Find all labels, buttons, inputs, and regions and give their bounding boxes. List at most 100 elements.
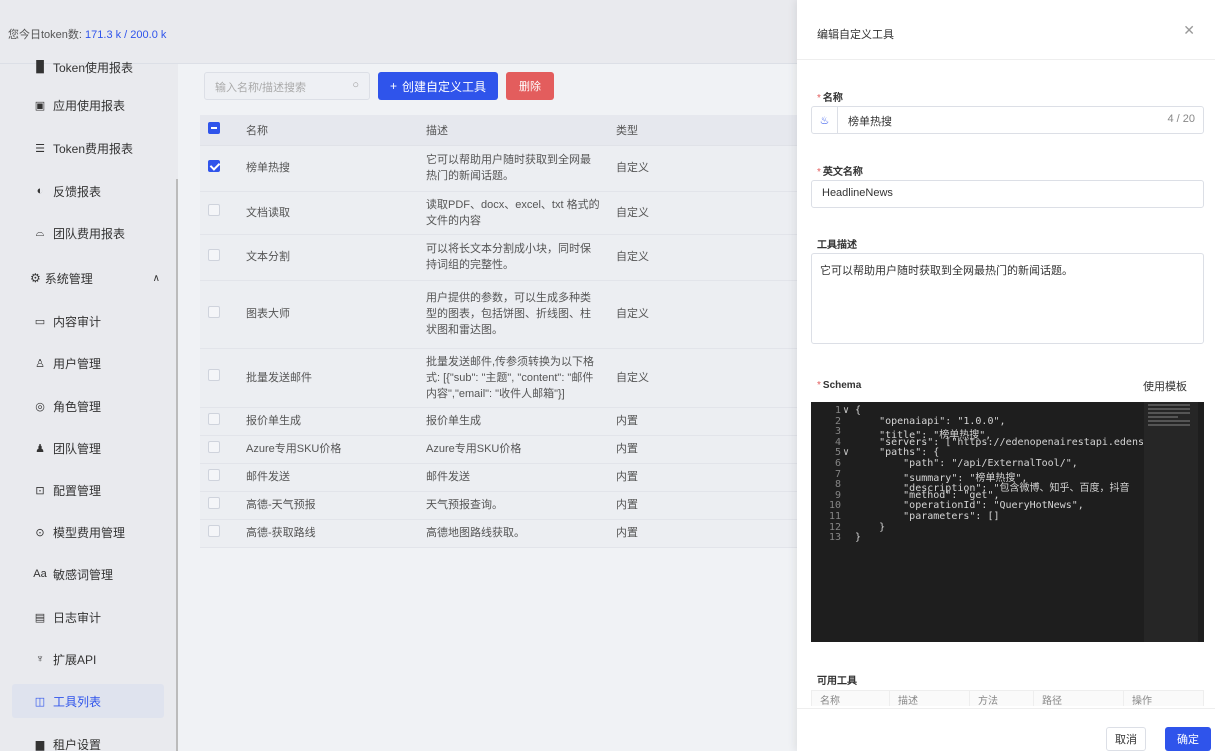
table-header: 名称 描述 类型 bbox=[200, 115, 810, 146]
api-icon: ♆ bbox=[35, 653, 45, 665]
line-number: 6 bbox=[834, 458, 841, 469]
row-checkbox[interactable] bbox=[208, 468, 220, 481]
tool-type: 内置 bbox=[608, 519, 810, 548]
sidebar-item-tool-list[interactable]: ◫ 工具列表 bbox=[12, 684, 164, 718]
description-label: 工具描述 bbox=[817, 240, 857, 251]
table-row[interactable]: 报价单生成 报价单生成 内置 bbox=[200, 407, 810, 436]
line-number: 4 bbox=[834, 436, 841, 448]
tool-name: 高德-获取路线 bbox=[238, 519, 418, 548]
table-row[interactable]: 批量发送邮件 批量发送邮件,传参须转换为以下格式: [{"sub": "主题",… bbox=[200, 348, 810, 408]
tool-type: 自定义 bbox=[608, 280, 810, 349]
row-checkbox[interactable] bbox=[208, 305, 220, 318]
tool-desc: 它可以帮助用户随时获取到全网最热门的新闻话题。 bbox=[418, 145, 608, 192]
tool-name: 批量发送邮件 bbox=[238, 348, 418, 408]
drawer-title: 编辑自定义工具 bbox=[817, 29, 894, 41]
row-checkbox[interactable] bbox=[208, 496, 220, 509]
line-number: 12 bbox=[828, 521, 841, 533]
model-cost-icon: ⊙ bbox=[35, 526, 45, 539]
name-label: * 名称 bbox=[817, 93, 843, 104]
column-header-name: 名称 bbox=[238, 115, 418, 146]
tool-name: Azure专用SKU价格 bbox=[238, 435, 418, 464]
row-checkbox[interactable] bbox=[208, 159, 220, 172]
code-line: "parameters": [] bbox=[855, 511, 1000, 522]
row-checkbox[interactable] bbox=[208, 204, 220, 216]
tool-type: 内置 bbox=[608, 463, 810, 492]
table-row[interactable]: Azure专用SKU价格 Azure专用SKU价格 内置 bbox=[200, 435, 810, 464]
table-row[interactable]: 榜单热搜 它可以帮助用户随时获取到全网最热门的新闻话题。 自定义 bbox=[200, 145, 810, 192]
plus-icon: + bbox=[389, 79, 397, 93]
team-cost-icon: ⌓ bbox=[35, 226, 45, 239]
available-tools-label: 可用工具 bbox=[817, 676, 857, 687]
row-select-cell bbox=[200, 280, 238, 349]
drawer-header: 编辑自定义工具 ✕ bbox=[797, 0, 1215, 60]
row-checkbox[interactable] bbox=[208, 524, 220, 537]
row-checkbox[interactable] bbox=[208, 412, 220, 425]
tool-name: 文档读取 bbox=[238, 191, 418, 235]
feedback-icon: ◐ bbox=[36, 185, 44, 197]
sidebar-item-config[interactable]: ⊡ 配置管理 bbox=[12, 473, 164, 507]
sidebar-item-content-audit[interactable]: ▭ 内容审计 bbox=[12, 304, 164, 338]
table-row[interactable]: 邮件发送 邮件发送 内置 bbox=[200, 463, 810, 492]
sidebar-item-token-report[interactable]: ▐▌ Token使用报表 bbox=[12, 50, 164, 84]
tool-desc: 高德地图路线获取。 bbox=[418, 519, 608, 548]
row-select-cell bbox=[200, 435, 238, 464]
tool-list-icon: ◫ bbox=[34, 695, 46, 708]
sidebar: ▐▌ Token使用报表 ▣ 应用使用报表 ☰ Token费用报表 ◐ 反馈报表 ⌓ 团队… bbox=[0, 61, 178, 751]
use-template-link[interactable]: 使用模板 bbox=[1143, 378, 1187, 394]
row-checkbox[interactable] bbox=[208, 440, 220, 453]
sidebar-item-roles[interactable]: ◎ 角色管理 bbox=[12, 389, 164, 423]
role-icon: ◎ bbox=[35, 400, 45, 413]
sidebar-group-system[interactable]: ⚙ 系统管理 ∧ bbox=[0, 260, 176, 296]
confirm-button[interactable]: 确定 bbox=[1165, 727, 1211, 751]
row-select-cell bbox=[200, 407, 238, 436]
tool-desc: 天气预报查询。 bbox=[418, 491, 608, 520]
line-number: 3 bbox=[834, 426, 841, 438]
code-line: } bbox=[855, 521, 886, 533]
token-value: 171.3 k / 200.0 k bbox=[85, 29, 167, 41]
select-all-checkbox[interactable] bbox=[208, 122, 220, 135]
sidebar-item-feedback-report[interactable]: ◐ 反馈报表 bbox=[12, 174, 164, 208]
line-number: 7 bbox=[834, 468, 841, 480]
name-field[interactable]: ♨ 榜单热搜 4 / 20 bbox=[811, 106, 1204, 134]
fire-icon: ♨ bbox=[812, 107, 838, 133]
sidebar-item-log-audit[interactable]: ▤ 日志审计 bbox=[12, 600, 164, 634]
delete-button[interactable]: 删除 bbox=[506, 72, 554, 100]
sidebar-item-ext-api[interactable]: ♆ 扩展API bbox=[12, 642, 164, 676]
sidebar-item-team-cost-report[interactable]: ⌓ 团队费用报表 bbox=[12, 216, 164, 250]
sidebar-item-tenant[interactable]: ▆ 租户设置 bbox=[12, 727, 164, 751]
schema-label: * Schema bbox=[817, 380, 862, 391]
sidebar-item-teams[interactable]: ♟ 团队管理 bbox=[12, 431, 164, 465]
main-content: 输入名称/描述搜索 ○ + 创建自定义工具 删除 名称 描述 类型 榜单热搜 它可以… bbox=[186, 64, 810, 751]
schema-editor[interactable]: 1 ∨{2 "openaiapi": "1.0.0", 3 "title": "榜单… bbox=[811, 402, 1204, 642]
table-row[interactable]: 高德-天气预报 天气预报查询。 内置 bbox=[200, 491, 810, 520]
table-row[interactable]: 文档读取 读取PDF、docx、excel、txt 格式的文件的内容 自定义 bbox=[200, 191, 810, 235]
tool-type: 内置 bbox=[608, 435, 810, 464]
search-input[interactable]: 输入名称/描述搜索 ○ bbox=[204, 72, 370, 100]
tool-desc: 用户提供的参数，可以生成多种类型的图表，包括饼图、折线图、柱状图和雷达图。 bbox=[418, 280, 608, 349]
sidebar-item-cost-report[interactable]: ☰ Token费用报表 bbox=[12, 131, 164, 165]
row-checkbox[interactable] bbox=[208, 248, 220, 261]
table-row[interactable]: 高德-获取路线 高德地图路线获取。 内置 bbox=[200, 519, 810, 548]
table-row[interactable]: 文本分割 可以将长文本分割成小块，同时保持词组的完整性。 自定义 bbox=[200, 234, 810, 281]
sidebar-item-app-report[interactable]: ▣ 应用使用报表 bbox=[12, 88, 164, 122]
sidebar-item-model-cost[interactable]: ⊙ 模型费用管理 bbox=[12, 515, 164, 549]
sensitive-icon: Aa bbox=[33, 568, 47, 580]
cancel-button[interactable]: 取消 bbox=[1106, 727, 1146, 751]
create-tool-button[interactable]: + 创建自定义工具 bbox=[378, 72, 498, 100]
row-checkbox[interactable] bbox=[208, 369, 220, 381]
description-textarea[interactable]: 它可以帮助用户随时获取到全网最热门的新闻话题。 bbox=[811, 253, 1204, 344]
tool-desc: Azure专用SKU价格 bbox=[418, 435, 608, 464]
sidebar-item-users[interactable]: ♙ 用户管理 bbox=[12, 346, 164, 380]
close-icon[interactable]: ✕ bbox=[1183, 22, 1195, 39]
tool-name: 高德-天气预报 bbox=[238, 491, 418, 520]
line-number: 2 bbox=[834, 415, 841, 427]
sidebar-item-sensitive-words[interactable]: Aa 敏感词管理 bbox=[12, 557, 164, 591]
sidebar-scrollbar[interactable] bbox=[176, 179, 178, 751]
tool-desc: 读取PDF、docx、excel、txt 格式的文件的内容 bbox=[418, 191, 608, 235]
column-header-type: 类型 bbox=[608, 115, 810, 146]
english-name-field[interactable]: HeadlineNews bbox=[811, 180, 1204, 208]
fold-icon[interactable]: ∨ bbox=[843, 447, 849, 458]
table-row[interactable]: 图表大师 用户提供的参数，可以生成多种类型的图表，包括饼图、折线图、柱状图和雷达… bbox=[200, 280, 810, 349]
tool-desc: 可以将长文本分割成小块，同时保持词组的完整性。 bbox=[418, 234, 608, 281]
fold-icon[interactable]: ∨ bbox=[843, 405, 849, 416]
